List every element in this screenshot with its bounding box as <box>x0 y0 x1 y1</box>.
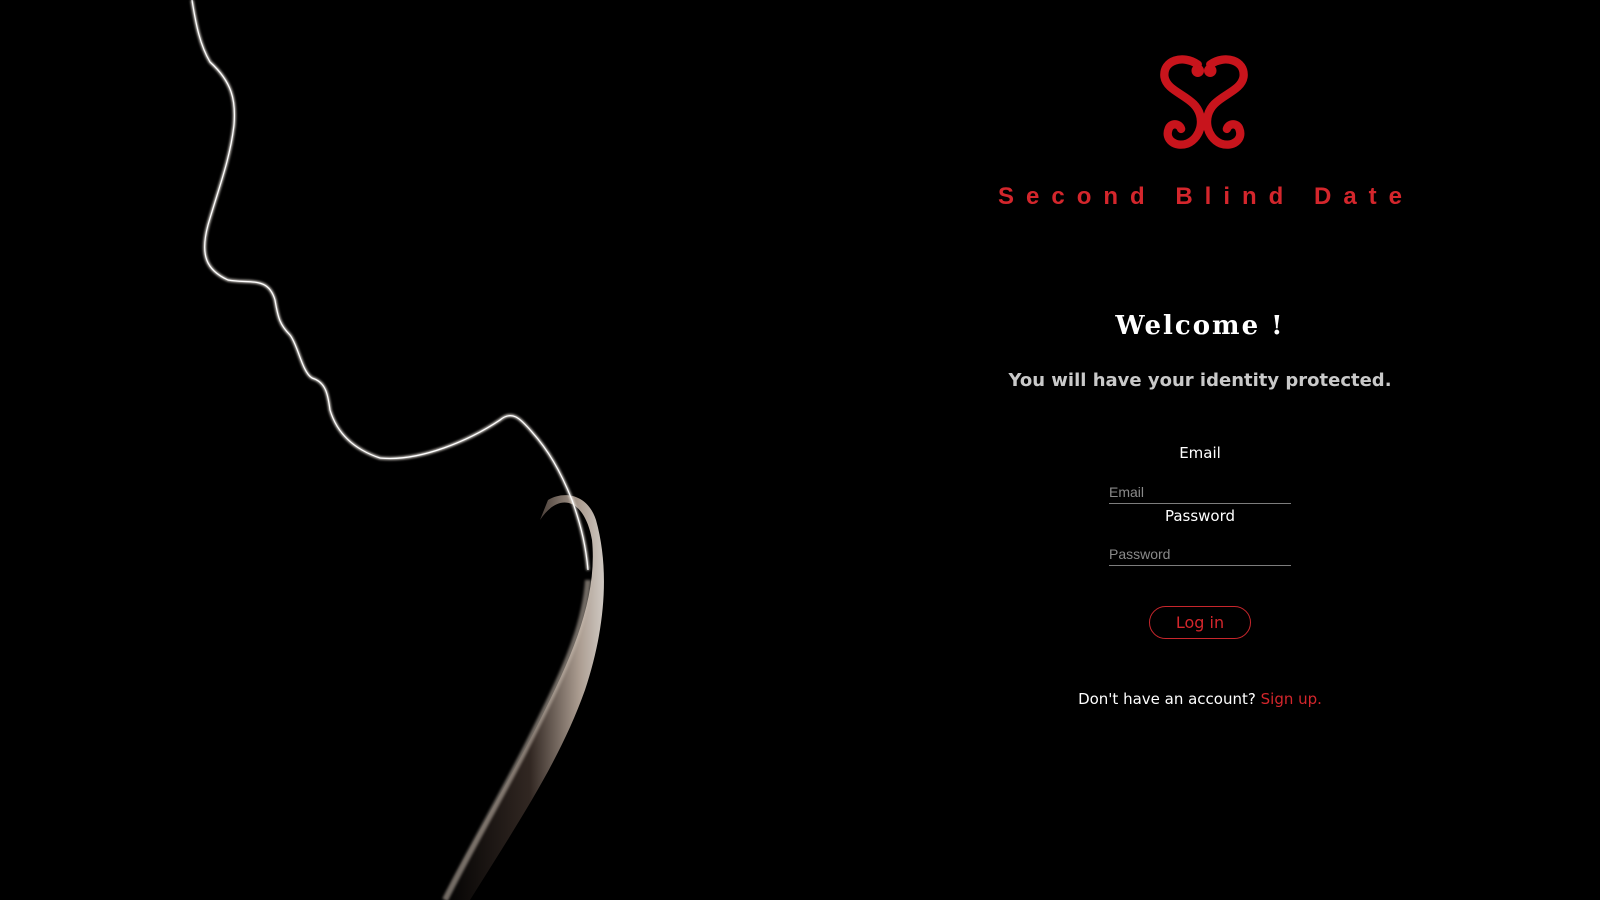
signup-prompt-text: Don't have an account? <box>1078 690 1256 708</box>
password-input[interactable] <box>1109 543 1291 566</box>
brand-name: Second Blind Date <box>997 183 1415 210</box>
double-s-heart-logo-icon <box>1152 52 1256 156</box>
password-label: Password <box>1164 507 1236 525</box>
signup-link[interactable]: Sign up. <box>1261 690 1322 708</box>
hero-image <box>0 0 820 900</box>
email-input[interactable] <box>1109 481 1291 504</box>
welcome-heading: Welcome ! <box>1115 311 1285 341</box>
login-button[interactable]: Log in <box>1149 606 1251 639</box>
login-panel: Second Blind Date Welcome ! You will hav… <box>960 0 1440 900</box>
email-label: Email <box>1179 444 1221 462</box>
face-silhouette-image <box>0 0 820 900</box>
signup-prompt: Don't have an account? Sign up. <box>960 690 1440 708</box>
tagline: You will have your identity protected. <box>1008 370 1392 391</box>
